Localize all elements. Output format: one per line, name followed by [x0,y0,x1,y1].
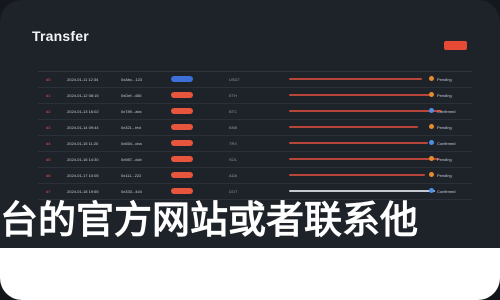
row-status: Confirmed [437,109,456,114]
app-background: Transfer #0 2024-01-11 12:34 0xAbc...123 US… [0,0,500,300]
table-row[interactable]: #5 2024-01-16 14:30 0x987...dcb SOL Pending [38,151,472,168]
row-token: TRX [229,141,237,146]
row-pill-button[interactable] [171,92,193,98]
overlay-text: 台的官方网站或者联系他 [0,197,419,242]
table-row[interactable]: #4 2024-01-15 11:20 0x654...cba TRX Confirme… [38,135,472,152]
row-progress-bar [289,158,439,160]
row-address: 0x654...cba [121,141,142,146]
status-dot-icon [429,156,434,161]
row-progress-bar [289,126,418,128]
row-pill-button[interactable] [171,156,193,162]
status-dot-icon [429,172,434,177]
row-pill-button[interactable] [171,140,193,146]
row-progress-bar [289,78,422,80]
row-pill-button[interactable] [171,172,193,178]
action-button[interactable] [444,41,467,50]
table-row[interactable]: #1 2024-01-12 08:15 0xDef...456 ETH Pending [38,87,472,104]
row-token: SOL [229,157,238,162]
row-date: 2024-01-12 08:15 [67,93,99,98]
row-progress-bar [289,174,425,176]
row-id: #2 [46,109,51,114]
row-id: #6 [46,173,51,178]
row-address: 0xDef...456 [121,93,142,98]
row-date: 2024-01-17 10:05 [67,173,99,178]
table-row[interactable]: #3 2024-01-14 09:44 0x321...fed BNB Pending [38,119,472,136]
table-header [38,57,472,72]
page-title: Transfer [32,28,89,44]
row-id: #3 [46,125,51,130]
row-progress-bar [289,94,432,96]
bottom-area [0,248,500,300]
row-pill-button[interactable] [171,76,193,82]
row-token: ETH [229,93,237,98]
row-status: Pending [437,157,452,162]
row-token: BTC [229,109,237,114]
row-address: 0xAbc...123 [121,77,143,82]
row-id: #0 [46,77,51,82]
table-row[interactable]: #2 2024-01-13 16:02 0x789...abc BTC Confirme… [38,103,472,120]
row-address: 0x987...dcb [121,157,142,162]
row-status: Pending [437,77,452,82]
row-status: Pending [437,93,452,98]
row-progress-bar [289,142,428,144]
row-token: USDT [229,77,240,82]
table-row[interactable]: #6 2024-01-17 10:05 0x111...222 ADA Pending [38,167,472,184]
row-token: ADA [229,173,238,178]
row-address: 0x321...fed [121,125,141,130]
status-dot-icon [429,124,434,129]
row-pill-button[interactable] [171,124,193,130]
row-address: 0x789...abc [121,109,142,114]
transactions-table: #0 2024-01-11 12:34 0xAbc...123 USDT Pending… [38,57,472,200]
row-status: Pending [437,173,452,178]
row-pill-button[interactable] [171,108,193,114]
transfer-panel: Transfer #0 2024-01-11 12:34 0xAbc...123 US… [0,0,500,300]
row-date: 2024-01-13 16:02 [67,109,99,114]
row-date: 2024-01-14 09:44 [67,125,99,130]
row-status: Confirmed [437,141,456,146]
row-status: Pending [437,125,452,130]
row-token: BNB [229,125,238,130]
row-id: #1 [46,93,51,98]
row-id: #4 [46,141,51,146]
status-dot-icon [429,108,434,113]
status-dot-icon [429,76,434,81]
status-dot-icon [429,140,434,145]
row-id: #5 [46,157,51,162]
table-row[interactable]: #0 2024-01-11 12:34 0xAbc...123 USDT Pending [38,71,472,88]
row-address: 0x111...222 [121,173,142,178]
status-dot-icon [429,92,434,97]
row-progress-bar [289,110,442,112]
row-date: 2024-01-11 12:34 [67,77,99,82]
row-date: 2024-01-15 11:20 [67,141,99,146]
row-date: 2024-01-16 14:30 [67,157,99,162]
